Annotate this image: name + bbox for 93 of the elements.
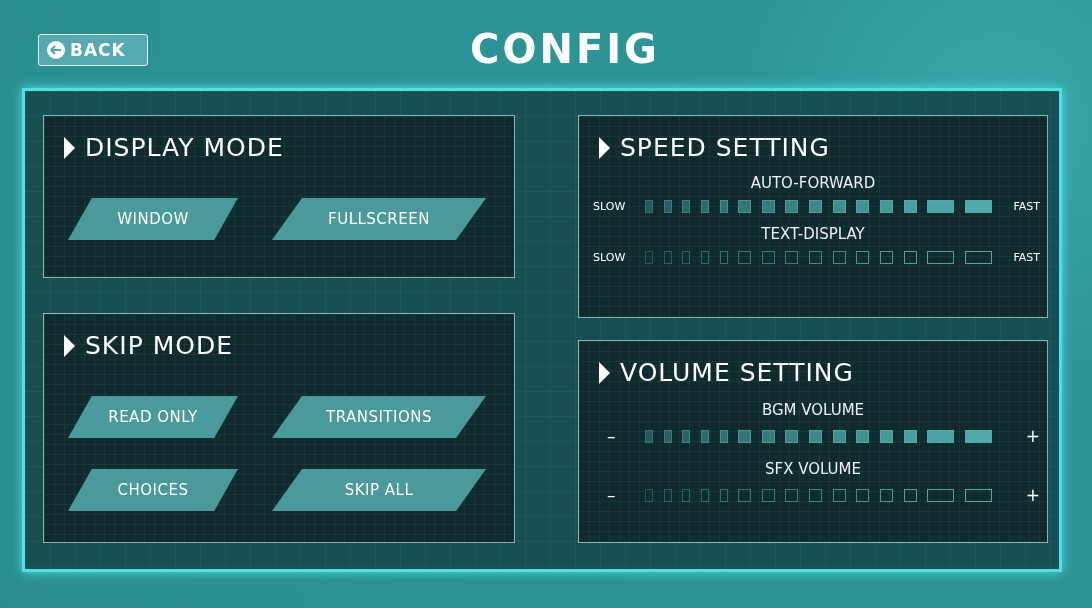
slider-segment (645, 488, 653, 502)
slider-fill (927, 429, 955, 443)
mode-button[interactable]: TRANSITIONS (272, 396, 486, 438)
slider-fill (927, 199, 955, 213)
slider-fill (682, 429, 691, 443)
min-label: SLOW (593, 199, 627, 213)
triangle-icon (599, 136, 610, 159)
slider-segment (880, 488, 894, 502)
decrease-label[interactable]: – (593, 426, 645, 446)
slider-fill (856, 429, 870, 443)
slider-fill (785, 199, 799, 213)
segment-slider[interactable] (645, 199, 992, 213)
slider-segment (663, 488, 672, 502)
min-label: SLOW (593, 250, 627, 264)
slider-segment (856, 488, 870, 502)
section-heading: SPEED SETTING (620, 133, 830, 162)
slider-fill (761, 429, 775, 443)
slider-fill (663, 429, 672, 443)
triangle-icon (64, 136, 75, 159)
slider-segment (927, 250, 955, 264)
decrease-label[interactable]: – (593, 485, 645, 505)
increase-label[interactable]: + (992, 426, 1040, 446)
slider-fill (645, 199, 653, 213)
slider-segment (903, 488, 917, 502)
slider-segment (832, 488, 846, 502)
slider-segment (856, 250, 870, 264)
slider-segment (785, 250, 799, 264)
segment-slider[interactable] (645, 250, 992, 264)
slider-label: TEXT-DISPLAY (760, 225, 866, 243)
slider-segment (832, 250, 846, 264)
slider-fill (719, 199, 728, 213)
slider-fill (663, 199, 672, 213)
slider-segment (738, 488, 752, 502)
slider-segment (903, 250, 917, 264)
back-arrow-icon (47, 41, 65, 59)
max-label: FAST (1012, 250, 1040, 264)
slider-segment (927, 488, 955, 502)
slider-fill (903, 199, 917, 213)
slider-segment (964, 488, 992, 502)
triangle-icon (599, 361, 610, 384)
page-title: CONFIG (470, 26, 660, 72)
slider-fill (964, 199, 992, 213)
slider-fill (880, 429, 894, 443)
slider-segment (700, 488, 709, 502)
slider-label: AUTO-FORWARD (749, 174, 877, 192)
section-heading: VOLUME SETTING (620, 358, 854, 387)
slider-fill (832, 429, 846, 443)
slider-segment (785, 488, 799, 502)
increase-label[interactable]: + (992, 485, 1040, 505)
segment-slider[interactable] (645, 488, 992, 502)
slider-fill (903, 429, 917, 443)
slider-segment (645, 250, 653, 264)
slider-segment (761, 250, 775, 264)
max-label: FAST (1012, 199, 1040, 213)
triangle-icon (64, 334, 75, 357)
slider-segment (682, 250, 691, 264)
slider-segment (682, 488, 691, 502)
slider-label: SFX VOLUME (764, 460, 862, 478)
slider-segment (809, 250, 823, 264)
slider-fill (832, 199, 846, 213)
slider-fill (738, 429, 752, 443)
slider-segment (719, 250, 728, 264)
slider-label: BGM VOLUME (760, 401, 866, 419)
mode-button[interactable]: SKIP ALL (272, 469, 486, 511)
slider-fill (719, 429, 728, 443)
mode-button[interactable]: READ ONLY (68, 396, 238, 438)
slider-fill (809, 429, 823, 443)
slider-fill (856, 199, 870, 213)
slider-fill (880, 199, 894, 213)
mode-button[interactable]: WINDOW (68, 198, 238, 240)
slider-segment (880, 250, 894, 264)
slider-fill (809, 199, 823, 213)
slider-segment (719, 488, 728, 502)
slider-fill (785, 429, 799, 443)
slider-fill (964, 429, 992, 443)
slider-segment (761, 488, 775, 502)
section-heading: SKIP MODE (85, 331, 233, 360)
segment-slider[interactable] (645, 429, 992, 443)
back-button[interactable]: BACK (38, 34, 148, 66)
mode-button[interactable]: CHOICES (68, 469, 238, 511)
slider-segment (700, 250, 709, 264)
slider-segment (663, 250, 672, 264)
slider-segment (809, 488, 823, 502)
slider-fill (700, 429, 709, 443)
slider-fill (682, 199, 691, 213)
section-heading: DISPLAY MODE (85, 133, 284, 162)
slider-fill (761, 199, 775, 213)
slider-fill (645, 429, 653, 443)
slider-segment (738, 250, 752, 264)
mode-button[interactable]: FULLSCREEN (272, 198, 486, 240)
slider-fill (700, 199, 709, 213)
slider-segment (964, 250, 992, 264)
slider-fill (738, 199, 752, 213)
